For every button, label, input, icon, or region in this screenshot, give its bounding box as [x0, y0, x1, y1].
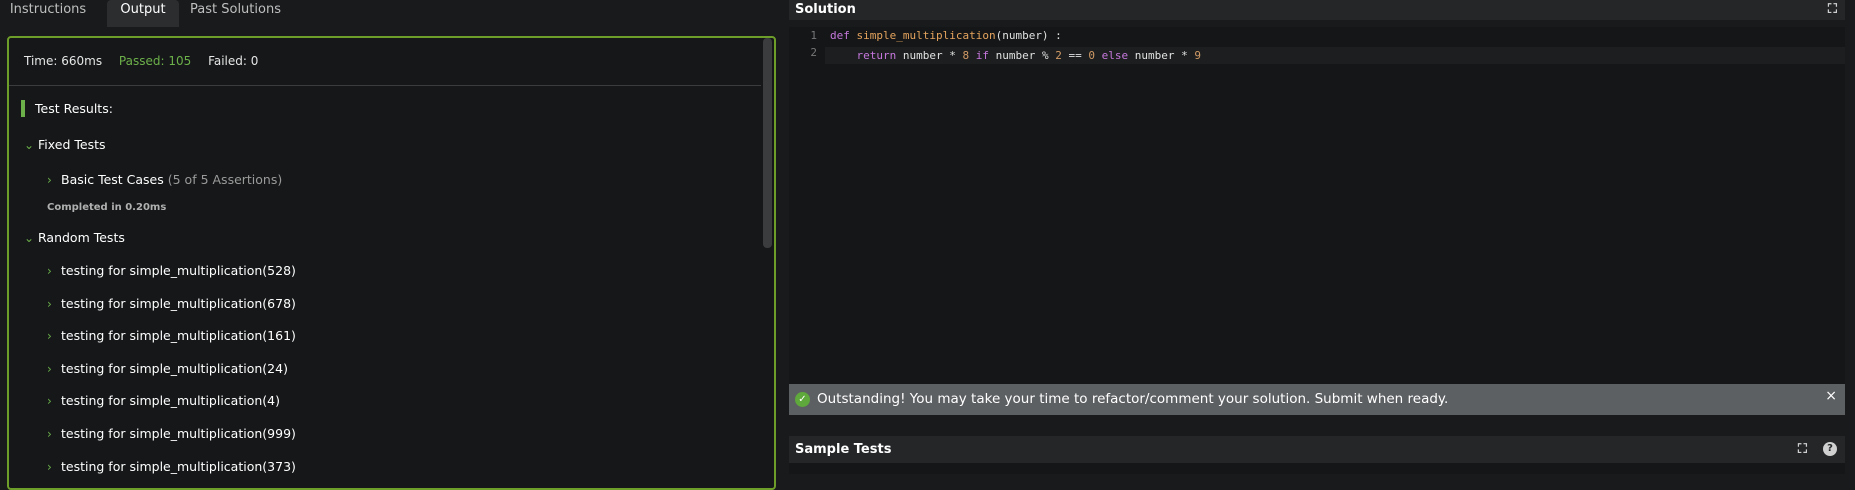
time-stat: Time: 660ms: [24, 54, 103, 68]
chevron-right-icon: ›: [47, 264, 52, 278]
success-banner: ✓ Outstanding! You may take your time to…: [789, 384, 1845, 415]
list-item[interactable]: › testing for simple_multiplication(161): [47, 328, 296, 344]
fixed-tests-group[interactable]: ⌄ Fixed Tests: [24, 137, 106, 153]
line-numbers: 1 2: [789, 27, 817, 61]
list-item[interactable]: › testing for simple_multiplication(24): [47, 361, 288, 377]
chevron-right-icon: ›: [47, 394, 52, 408]
output-panel: Time: 660ms Passed: 105 Failed: 0 Test R…: [7, 36, 776, 490]
expand-icon[interactable]: ⛶: [1828, 2, 1837, 17]
list-item[interactable]: › testing for simple_multiplication(678): [47, 296, 296, 312]
chevron-right-icon: ›: [47, 427, 52, 441]
passed-stat: Passed: 105: [118, 54, 192, 68]
tab-instructions[interactable]: Instructions: [6, 0, 90, 27]
divider: [9, 85, 761, 86]
chevron-right-icon: ›: [47, 329, 52, 343]
tab-past-solutions[interactable]: Past Solutions: [188, 0, 283, 27]
basic-test-cases-label: Basic Test Cases: [61, 172, 164, 187]
sample-tests-title: Sample Tests: [795, 442, 892, 457]
code-editor[interactable]: 1 2 def simple_multiplication(number) : …: [789, 27, 1845, 384]
test-label: testing for simple_multiplication(678): [61, 296, 296, 311]
tab-output[interactable]: Output: [107, 0, 179, 27]
failed-stat: Failed: 0: [208, 54, 259, 68]
sample-tests-editor[interactable]: [789, 463, 1845, 474]
code-line[interactable]: return number * 8 if number % 2 == 0 els…: [830, 47, 1201, 64]
chevron-right-icon: ›: [47, 460, 52, 474]
chevron-down-icon: ⌄: [24, 231, 35, 245]
assertions-count: (5 of 5 Assertions): [167, 172, 283, 187]
test-label: testing for simple_multiplication(373): [61, 459, 296, 474]
left-panel: Instructions Output Past Solutions Time:…: [0, 0, 782, 490]
chevron-right-icon: ›: [47, 173, 52, 187]
test-label: testing for simple_multiplication(528): [61, 263, 296, 278]
tab-bar: Instructions Output Past Solutions: [0, 0, 782, 27]
chevron-right-icon: ›: [47, 297, 52, 311]
expand-icon[interactable]: ⛶: [1798, 442, 1807, 457]
random-tests-group[interactable]: ⌄ Random Tests: [24, 230, 125, 246]
list-item[interactable]: › testing for simple_multiplication(373): [47, 459, 296, 475]
fixed-tests-label: Fixed Tests: [38, 137, 106, 152]
code-line[interactable]: def simple_multiplication(number) :: [830, 27, 1062, 44]
scrollbar[interactable]: [763, 38, 772, 248]
list-item[interactable]: › testing for simple_multiplication(4): [47, 393, 280, 409]
test-label: testing for simple_multiplication(999): [61, 426, 296, 441]
chevron-down-icon: ⌄: [24, 138, 35, 152]
test-label: testing for simple_multiplication(24): [61, 361, 288, 376]
solution-title: Solution: [795, 2, 856, 17]
close-icon[interactable]: ×: [1825, 388, 1837, 404]
basic-test-cases[interactable]: › Basic Test Cases (5 of 5 Assertions): [47, 172, 282, 188]
list-item[interactable]: › testing for simple_multiplication(999): [47, 426, 296, 442]
help-icon[interactable]: ?: [1823, 442, 1837, 456]
line-number: 2: [810, 46, 817, 59]
solution-header: Solution ⛶: [789, 0, 1845, 20]
test-stats: Time: 660ms Passed: 105 Failed: 0: [24, 54, 271, 68]
success-message: Outstanding! You may take your time to r…: [817, 391, 1449, 407]
check-circle-icon: ✓: [795, 392, 810, 407]
list-item[interactable]: › testing for simple_multiplication(528): [47, 263, 296, 279]
random-tests-label: Random Tests: [38, 230, 125, 245]
sample-tests-header: Sample Tests ⛶ ?: [789, 436, 1845, 463]
test-results-heading: Test Results:: [21, 100, 113, 117]
right-panel: Solution ⛶ 1 2 def simple_multiplication…: [789, 0, 1855, 474]
line-number: 1: [810, 29, 817, 42]
chevron-right-icon: ›: [47, 362, 52, 376]
completed-time: Completed in 0.20ms: [47, 202, 167, 213]
test-label: testing for simple_multiplication(4): [61, 393, 280, 408]
test-label: testing for simple_multiplication(161): [61, 328, 296, 343]
